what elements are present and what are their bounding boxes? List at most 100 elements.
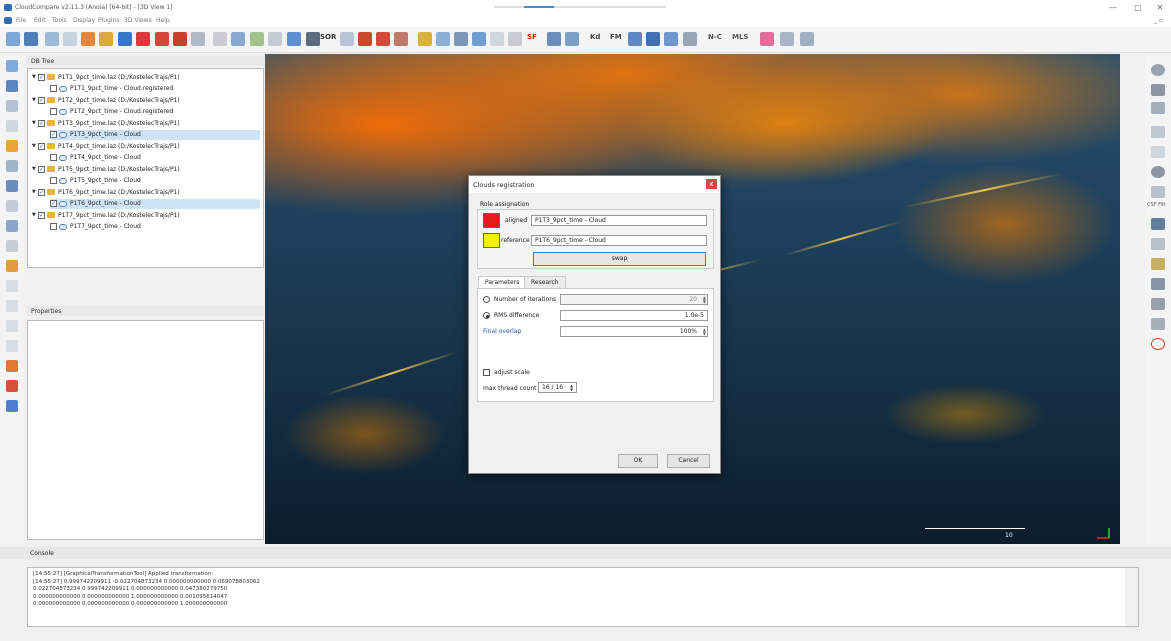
poisson-icon[interactable] [800,32,814,46]
cancel-button[interactable]: Cancel [667,454,710,468]
nc-label[interactable]: N-C [708,33,722,41]
overlap-stepper[interactable]: 100% ▲ ▼ [560,326,708,337]
visibility-checkbox[interactable] [50,223,57,230]
maximize-button[interactable]: ▢ [1131,3,1145,13]
right-view-icon[interactable] [6,300,18,312]
visibility-checkbox[interactable]: ✓ [38,73,45,81]
cloud-cloud-icon[interactable] [250,32,264,46]
tree-item-file[interactable]: ▼ ✓ P1T5_9pct_time.laz (D:/KostelecTrajs/P… [32,164,260,174]
register-icon[interactable] [155,32,169,46]
plane-fit-icon[interactable] [646,32,660,46]
cloud-layers-icon[interactable] [1151,238,1165,250]
visibility-checkbox[interactable]: ✓ [38,96,45,104]
menu-edit[interactable]: Edit [34,17,46,24]
bbox-icon[interactable] [565,32,579,46]
histogram-icon[interactable] [418,32,432,46]
dialog-close-button[interactable]: x [706,179,717,189]
rms-radio[interactable] [483,312,490,319]
tree-item-cloud[interactable]: ✓ P1T3_9pct_time - Cloud [50,129,260,140]
ortho-icon[interactable] [6,340,18,352]
tree-item-file[interactable]: ▼ ✓ P1T2_9pct_time.laz (D:/KostelecTrajs/P… [32,95,260,105]
primitive-icon[interactable] [628,32,642,46]
sf-arithmetic-icon[interactable] [472,32,486,46]
console-output[interactable]: [14:55:27] [GraphicalTransformationTool]… [27,567,1139,627]
tree-item-file[interactable]: ▼ ✓ P1T4_9pct_time.laz (D:/KostelecTrajs/P… [32,141,260,151]
point-picking-icon[interactable] [358,32,372,46]
mls-label[interactable]: MLS [732,33,748,41]
visibility-checkbox[interactable]: ✓ [50,200,57,207]
tree-item-file[interactable]: ▼ ✓ P1T6_9pct_time.laz (D:/KostelecTrajs/P… [32,187,260,197]
menu-3dviews[interactable]: 3D Views [124,17,152,24]
eye-dome-icon[interactable] [6,380,18,392]
zoom-fit-icon[interactable] [6,80,18,92]
align-icon[interactable] [173,32,187,46]
menu-plugins[interactable]: Plugins [98,17,120,24]
save-icon[interactable] [24,32,38,46]
iterations-stepper[interactable]: 20 ▲ ▼ [560,294,708,305]
front-view-icon[interactable] [6,180,18,192]
perspective-icon[interactable] [6,100,18,112]
db-tree[interactable]: ▼ ✓ P1T1_9pct_time.laz (D:/KostelecTrajs/P… [27,68,264,268]
sf-gradient-icon[interactable] [436,32,450,46]
visibility-checkbox[interactable] [50,85,57,92]
thread-count-stepper[interactable]: 16 / 16 ▲ ▼ [538,382,577,393]
tree-item-cloud[interactable]: P1T5_9pct_time - Cloud [50,176,260,186]
menu-display[interactable]: Display [73,17,95,24]
color-ramp-icon[interactable] [6,400,18,412]
zoom-icon[interactable] [6,220,18,232]
shader-icon[interactable] [6,360,18,372]
tree-item-file[interactable]: ▼ ✓ P1T1_9pct_time.laz (D:/KostelecTrajs/P… [32,72,260,82]
clip-icon[interactable] [1151,126,1165,138]
close-window-button[interactable]: ✕ [1153,3,1167,13]
qanimation-icon[interactable] [1151,278,1165,290]
translate-icon[interactable] [118,32,132,46]
merge-icon[interactable] [63,32,77,46]
adjust-scale-checkbox[interactable] [483,369,490,376]
probe-icon[interactable] [1151,146,1165,158]
full-screen-icon[interactable] [6,60,18,72]
rms-field[interactable]: 1.0e-5 [560,310,708,321]
spin-arrows-icon[interactable]: ▲ ▼ [701,328,706,336]
tree-item-cloud[interactable]: P1T1_9pct_time - Cloud.registered [50,84,260,94]
rotate-icon[interactable] [6,160,18,172]
visibility-checkbox[interactable]: ✓ [38,165,45,173]
spin-arrows-icon[interactable]: ▲ ▼ [570,384,575,392]
ellipse-icon[interactable] [1151,338,1165,350]
sf-filter-icon[interactable] [454,32,468,46]
fine-register-icon[interactable] [191,32,205,46]
visibility-checkbox[interactable]: ✓ [38,119,45,127]
visibility-checkbox[interactable] [50,177,57,184]
segment-icon[interactable] [99,32,113,46]
iterations-radio[interactable] [483,296,490,303]
tree-item-cloud[interactable]: P1T7_9pct_time - Cloud [50,222,260,232]
menu-help[interactable]: Help [156,17,170,24]
tree-item-file[interactable]: ▼ ✓ P1T7_9pct_time.laz (D:/KostelecTrajs/P… [32,210,260,220]
ransac-icon[interactable] [683,32,697,46]
visibility-checkbox[interactable] [50,108,57,115]
distance-icon[interactable] [231,32,245,46]
aligned-field[interactable]: P1T3_9pct_time - Cloud [531,215,707,226]
tree-item-cloud[interactable]: P1T2_9pct_time - Cloud.registered [50,107,260,117]
iso-view-2-icon[interactable] [6,280,18,292]
grid-icon[interactable] [1151,84,1165,96]
left-view-icon[interactable] [6,200,18,212]
open-icon[interactable] [6,32,20,46]
tree-item-cloud[interactable]: ✓ P1T6_9pct_time - Cloud [50,198,260,209]
console-scrollbar[interactable] [1125,568,1138,626]
circle-tool-icon[interactable] [1151,166,1165,178]
back-view-icon[interactable] [6,240,18,252]
clone-icon[interactable] [45,32,59,46]
facets-icon[interactable] [1151,258,1165,270]
pivot-icon[interactable] [6,120,18,132]
octree-icon[interactable] [547,32,561,46]
bottom-view-icon[interactable] [6,320,18,332]
add-sf-icon[interactable] [490,32,504,46]
measure-icon[interactable] [340,32,354,46]
mdi-controls[interactable]: _ ▫ [1154,17,1163,24]
reference-field[interactable]: P1T6_9pct_time - Cloud [531,235,707,246]
tree-item-cloud[interactable]: P1T4_9pct_time - Cloud [50,153,260,163]
polyline-icon[interactable] [394,32,408,46]
m3c2-icon[interactable] [780,32,794,46]
spin-arrows-icon[interactable]: ▲ ▼ [701,296,706,304]
canupo-icon[interactable] [760,32,774,46]
